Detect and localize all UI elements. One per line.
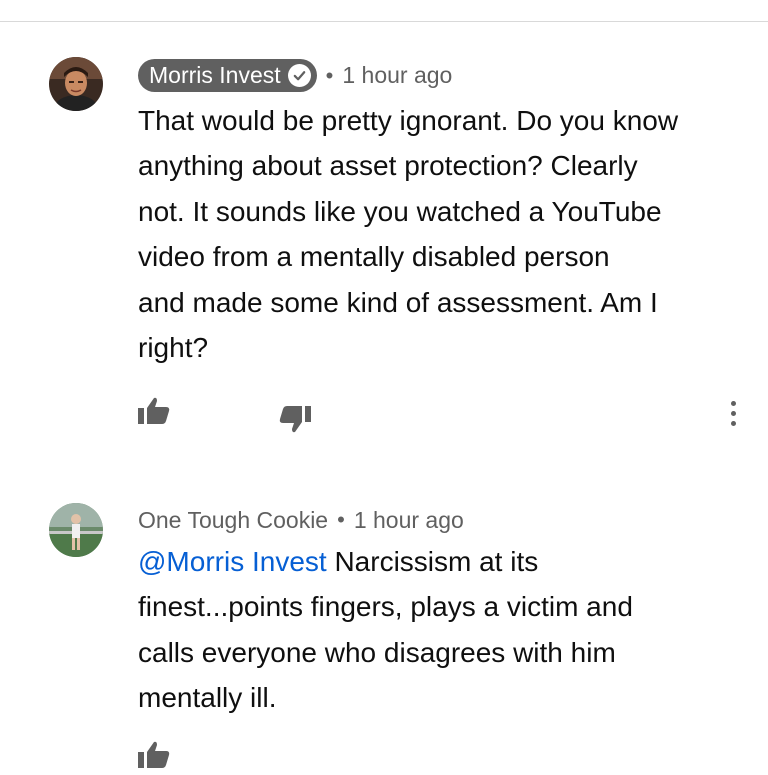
comment-1-text: That would be pretty ignorant. Do you kn… xyxy=(138,98,748,370)
avatar-one-tough-cookie[interactable] xyxy=(49,503,103,557)
comment-time[interactable]: 1 hour ago xyxy=(354,507,464,534)
comment-line: and made some kind of assessment. Am I xyxy=(138,286,658,318)
thumbs-up-icon xyxy=(138,397,170,424)
thumbs-up-icon xyxy=(138,741,170,768)
mention-link[interactable]: @Morris Invest xyxy=(138,546,327,577)
more-vertical-icon[interactable] xyxy=(731,401,736,426)
comment-line: anything about asset protection? Clearly xyxy=(138,150,638,182)
comment-line: mentally ill. xyxy=(138,682,277,714)
author-name: Morris Invest xyxy=(149,62,281,88)
comment-line: right? xyxy=(138,332,209,364)
comment-line: @Morris Invest Narcissism at its xyxy=(138,539,748,584)
dislike-button[interactable] xyxy=(278,404,312,439)
author-chip[interactable]: Morris Invest xyxy=(138,59,317,92)
author-name[interactable]: One Tough Cookie xyxy=(138,507,328,534)
like-button[interactable] xyxy=(137,396,171,431)
avatar-morris-invest[interactable] xyxy=(49,57,103,111)
meta-separator: • xyxy=(325,62,334,88)
comment-line: calls everyone who disagrees with him xyxy=(138,636,616,668)
comment-line: finest...points fingers, plays a victim … xyxy=(138,591,633,623)
thumbs-down-icon xyxy=(279,406,311,433)
comment-1-header: Morris Invest • 1 hour ago xyxy=(138,59,452,92)
comment-line: not. It sounds like you watched a YouTub… xyxy=(138,195,662,227)
comment-line: video from a mentally disabled person xyxy=(138,241,610,273)
comment-text: Narcissism at its xyxy=(326,546,539,577)
comment-2-text: @Morris Invest Narcissism at its finest.… xyxy=(138,539,748,721)
comment-line: That would be pretty ignorant. Do you kn… xyxy=(138,105,679,136)
comment-time[interactable]: 1 hour ago xyxy=(342,62,452,89)
verified-check-icon xyxy=(287,64,311,87)
like-button-2[interactable] xyxy=(137,740,171,775)
top-divider xyxy=(0,21,768,22)
comment-2-header: One Tough Cookie • 1 hour ago xyxy=(138,505,464,535)
meta-separator: • xyxy=(337,507,345,532)
